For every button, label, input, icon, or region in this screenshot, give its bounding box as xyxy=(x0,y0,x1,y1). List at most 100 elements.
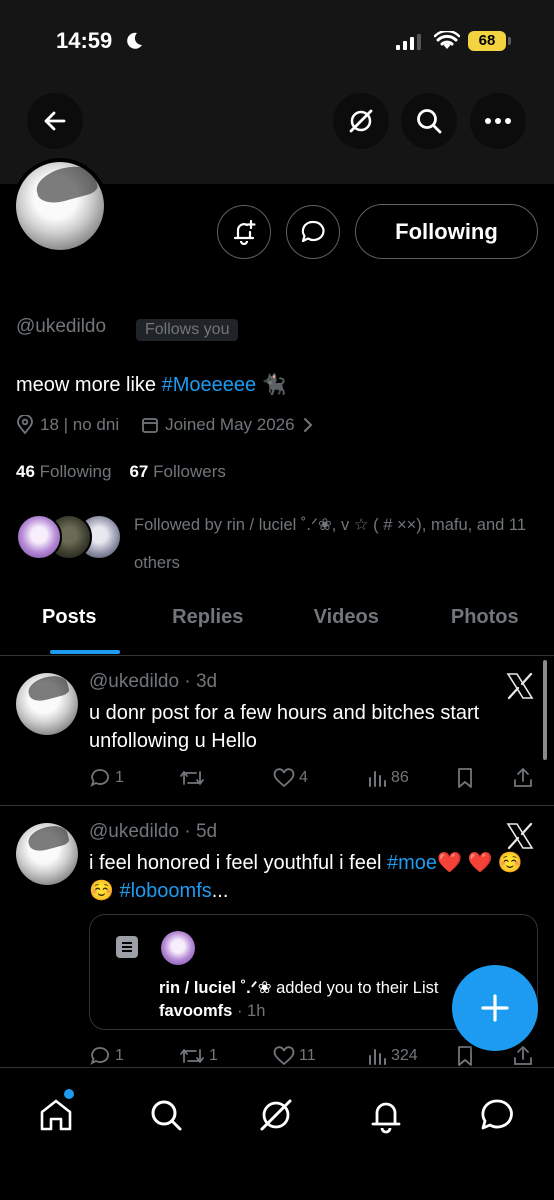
heart-icon xyxy=(273,1046,295,1066)
search-icon xyxy=(151,1100,182,1131)
grok-button[interactable] xyxy=(333,93,389,149)
x-logo-icon xyxy=(506,822,534,850)
tab-videos[interactable]: Videos xyxy=(277,594,416,655)
post-handle[interactable]: @ukedildo xyxy=(89,671,179,692)
battery-indicator: 68 xyxy=(468,31,506,51)
home-icon xyxy=(40,1099,72,1131)
profile-tabs: Posts Replies Videos Photos xyxy=(0,594,554,656)
share-icon xyxy=(514,768,532,787)
status-bar: 14:59 68 xyxy=(0,0,554,80)
tab-photos[interactable]: Photos xyxy=(416,594,554,655)
notifications-toggle-button[interactable] xyxy=(217,205,271,259)
post-header: @ukedildo · 3d xyxy=(89,671,217,693)
repost-button[interactable]: 1 xyxy=(179,1045,218,1067)
profile-avatar[interactable] xyxy=(12,158,108,254)
reply-icon xyxy=(90,1047,109,1065)
post-header: @ukedildo · 5d xyxy=(89,821,217,843)
list-icon xyxy=(116,936,138,958)
share-button[interactable] xyxy=(512,1045,534,1067)
black-cat-emoji: 🐈‍⬛ xyxy=(261,374,287,396)
battery-tip xyxy=(508,37,511,45)
followed-by-text[interactable]: Followed by rin / luciel ˚.ᐟ❀, v ☆ ( # ×… xyxy=(134,506,539,582)
moon-icon xyxy=(127,32,142,49)
notification-dot xyxy=(64,1089,74,1099)
quote-text: rin / luciel ˚.ᐟ❀ added you to their Lis… xyxy=(159,979,439,1020)
joined-item[interactable]: Joined May 2026 xyxy=(141,415,318,435)
avatar xyxy=(16,514,62,560)
post-actions: 1 4 86 xyxy=(89,765,537,791)
back-button[interactable] xyxy=(27,93,83,149)
hashtag-link[interactable]: #loboomfs xyxy=(119,880,211,902)
bookmark-icon xyxy=(458,1046,472,1066)
reply-button[interactable]: 1 xyxy=(89,1045,124,1067)
search-button[interactable] xyxy=(401,93,457,149)
share-button[interactable] xyxy=(512,767,534,789)
plus-icon xyxy=(481,994,509,1022)
views-button[interactable]: 324 xyxy=(367,1046,418,1066)
reply-button[interactable]: 1 xyxy=(89,767,124,789)
repost-icon xyxy=(180,1049,204,1063)
follows-you-badge: Follows you xyxy=(136,319,239,341)
like-button[interactable]: 4 xyxy=(273,768,308,788)
profile-meta: 18 | no dni Joined May 2026 xyxy=(16,413,341,437)
like-button[interactable]: 11 xyxy=(273,1046,316,1066)
views-chart-icon xyxy=(369,771,386,787)
bio-hashtag-link[interactable]: #Moeeeee xyxy=(162,374,257,396)
tab-replies[interactable]: Replies xyxy=(139,594,278,655)
following-count-link[interactable]: 46 Following xyxy=(16,462,111,482)
location-pin-icon xyxy=(17,415,33,435)
more-options-button[interactable] xyxy=(470,93,526,149)
grok-icon xyxy=(260,1099,292,1131)
follow-stats: 46 Following 67 Followers xyxy=(16,462,244,482)
nav-search[interactable] xyxy=(141,1090,191,1140)
scrollbar[interactable] xyxy=(543,660,547,760)
bookmark-button[interactable] xyxy=(455,767,475,789)
post-avatar[interactable] xyxy=(16,823,78,885)
post-time: · 5d xyxy=(184,821,218,842)
profile-bio: meow more like #Moeeeee 🐈‍⬛ xyxy=(16,372,287,397)
location-text: 18 | no dni xyxy=(40,415,120,434)
more-dots-icon xyxy=(485,118,511,124)
post-avatar[interactable] xyxy=(16,673,78,735)
post-text: u donr post for a few hours and bitches … xyxy=(89,702,480,752)
tab-posts[interactable]: Posts xyxy=(0,594,139,655)
bottom-navigation xyxy=(0,1067,554,1200)
followed-by-avatars[interactable] xyxy=(16,514,126,562)
nav-grok[interactable] xyxy=(251,1090,301,1140)
compose-post-button[interactable] xyxy=(452,965,538,1051)
share-icon xyxy=(514,1046,532,1065)
reply-icon xyxy=(90,769,109,787)
grok-icon xyxy=(349,109,373,133)
chevron-right-icon xyxy=(303,418,312,432)
chat-bubble-icon xyxy=(301,220,325,243)
chat-bubble-icon xyxy=(481,1099,513,1130)
post-handle[interactable]: @ukedildo xyxy=(89,821,179,842)
nav-home[interactable] xyxy=(31,1089,81,1140)
post-text: i feel honored i feel youthful i feel #m… xyxy=(89,852,523,902)
heart-icon xyxy=(273,768,295,788)
status-time: 14:59 xyxy=(56,28,113,53)
arrow-left-icon xyxy=(44,111,66,131)
post-time: · 3d xyxy=(184,671,218,692)
search-icon xyxy=(417,109,442,134)
views-button[interactable]: 86 xyxy=(367,768,409,788)
following-button[interactable]: Following xyxy=(355,204,538,259)
location-item: 18 | no dni xyxy=(16,415,119,435)
joined-text: Joined May 2026 xyxy=(165,415,295,434)
profile-handle: @ukedildo xyxy=(16,316,107,337)
hashtag-link[interactable]: #moe xyxy=(387,852,437,874)
bell-plus-icon xyxy=(233,219,256,246)
bookmark-button[interactable] xyxy=(455,1045,475,1067)
nav-messages[interactable] xyxy=(472,1090,522,1140)
message-button[interactable] xyxy=(286,205,340,259)
bookmark-icon xyxy=(458,768,472,788)
signal-icon xyxy=(396,34,421,50)
calendar-icon xyxy=(142,418,158,433)
post-item[interactable]: @ukedildo · 3d u donr post for a few hou… xyxy=(0,657,554,806)
bell-icon xyxy=(371,1102,401,1134)
repost-button[interactable] xyxy=(179,767,209,789)
followers-count-link[interactable]: 67 Followers xyxy=(129,462,225,482)
x-logo-icon xyxy=(506,672,534,700)
views-chart-icon xyxy=(369,1049,386,1065)
nav-notifications[interactable] xyxy=(361,1090,411,1140)
